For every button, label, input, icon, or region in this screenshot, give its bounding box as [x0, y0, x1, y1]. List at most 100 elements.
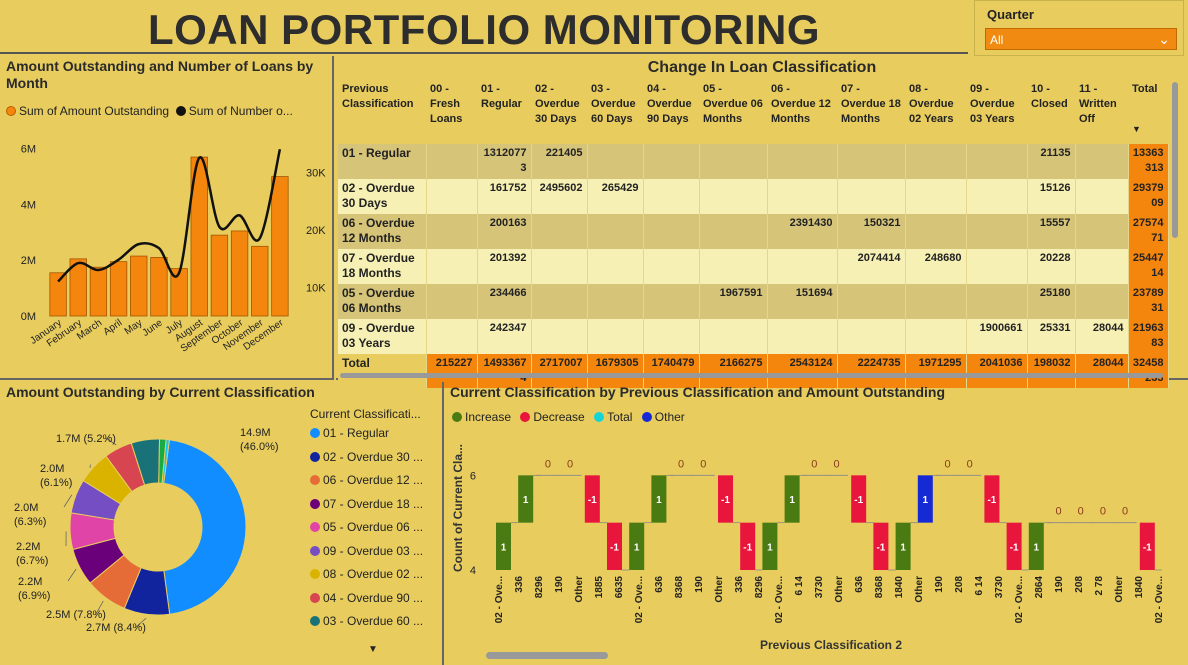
- matrix-cell: 150321: [837, 214, 906, 249]
- waterfall-data-label: 0: [1078, 506, 1084, 518]
- matrix-col-header[interactable]: 11 - Written Off: [1075, 80, 1128, 144]
- legend-label: 04 - Overdue 90 ...: [323, 590, 424, 605]
- matrix-cell: [643, 249, 700, 284]
- matrix-cell: 248680: [905, 249, 967, 284]
- matrix-cell: [905, 179, 967, 214]
- matrix-col-header[interactable]: 05 - Overdue 06 Months: [699, 80, 767, 144]
- matrix-cell: [837, 319, 906, 354]
- waterfall-data-label: 1: [923, 495, 929, 506]
- table-row[interactable]: 07 - Overdue 18 Months 201392 2074414 24868…: [338, 249, 1169, 284]
- donut-legend-item[interactable]: 09 - Overdue 03 ...: [310, 544, 440, 568]
- table-row[interactable]: 09 - Overdue 03 Years 242347 1900661 25331 2…: [338, 319, 1169, 354]
- legend-item-other[interactable]: Other: [641, 410, 685, 424]
- legend-label: Increase: [465, 410, 512, 424]
- table-row[interactable]: 05 - Overdue 06 Months 234466 1967591 15169…: [338, 284, 1169, 319]
- legend-item-total[interactable]: Total: [594, 410, 632, 424]
- chevron-down-icon[interactable]: ⌄: [1158, 31, 1170, 48]
- classification-matrix: Previous Classification 00 - Fresh Loans 0…: [338, 80, 1169, 388]
- matrix-cell: [905, 214, 967, 249]
- legend-dot-icon: [452, 412, 462, 422]
- sort-descending-icon[interactable]: ▼: [1132, 124, 1141, 134]
- legend-item-amount[interactable]: Sum of Amount Outstanding: [6, 104, 169, 118]
- matrix-col-header[interactable]: 03 - Overdue 60 Days: [587, 80, 643, 144]
- legend-label: 03 - Overdue 60 ...: [323, 614, 424, 628]
- matrix-cell: [587, 249, 644, 284]
- matrix-cell: 25331: [1027, 319, 1076, 354]
- matrix-cell: 234466: [477, 284, 532, 319]
- matrix-cell: [905, 319, 967, 354]
- x-tick-label: June: [141, 317, 165, 339]
- waterfall-data-label: 0: [700, 458, 706, 470]
- x-tick-label: 6 14: [794, 576, 805, 596]
- donut-legend-item[interactable]: 02 - Overdue 30 ...: [310, 450, 440, 474]
- matrix-col-header[interactable]: 04 - Overdue 90 Days: [643, 80, 699, 144]
- matrix-col-header[interactable]: 01 - Regular: [477, 80, 531, 144]
- matrix-col-header[interactable]: 00 - Fresh Loans: [426, 80, 477, 144]
- donut-legend-item[interactable]: 01 - Regular: [310, 426, 440, 450]
- legend-dot-icon: [310, 616, 320, 626]
- matrix-cell: [587, 214, 644, 249]
- waterfall-data-label: 0: [1100, 506, 1106, 518]
- matrix-col-header[interactable]: 06 - Overdue 12 Months: [767, 80, 837, 144]
- legend-dot-icon: [6, 106, 16, 116]
- table-row[interactable]: 01 - Regular 13120773 221405 21135 13363313: [338, 144, 1169, 179]
- table-row[interactable]: 02 - Overdue 30 Days 161752 2495602 265429 1…: [338, 179, 1169, 214]
- matrix-cell: [699, 249, 768, 284]
- y-tick-label: 4M: [21, 199, 36, 211]
- donut-legend-item[interactable]: 07 - Overdue 18 ...: [310, 497, 440, 521]
- x-tick-label: 336: [514, 576, 525, 593]
- quarter-dropdown[interactable]: All ⌄: [985, 28, 1177, 50]
- matrix-cell: [426, 249, 478, 284]
- donut-data-label: 2.0M: [40, 463, 64, 475]
- matrix-col-header[interactable]: 10 - Closed: [1027, 80, 1075, 144]
- donut-legend-item[interactable]: 06 - Overdue 12 ...: [310, 473, 440, 497]
- matrix-col-header[interactable]: 02 - Overdue 30 Days: [531, 80, 587, 144]
- donut-legend-item[interactable]: 03 - Overdue 60 ...: [310, 614, 440, 638]
- matrix-cell: [767, 319, 838, 354]
- matrix-cell: [587, 144, 644, 179]
- matrix-col-header[interactable]: 08 - Overdue 02 Years: [905, 80, 966, 144]
- matrix-cell: [643, 319, 700, 354]
- bar-november: [251, 245, 269, 317]
- x-tick-label: Other: [914, 576, 925, 603]
- x-tick-label: 02 - Ove...: [1014, 576, 1025, 623]
- matrix-col-header[interactable]: Previous Classification: [338, 80, 426, 144]
- combo-chart-title: Amount Outstanding and Number of Loans b…: [6, 58, 314, 91]
- legend-label: 05 - Overdue 06 ...: [323, 520, 424, 534]
- matrix-col-header[interactable]: Total: [1128, 80, 1168, 144]
- donut-legend-item[interactable]: 04 - Overdue 90 ...: [310, 591, 440, 615]
- y-tick-label: 6M: [21, 144, 36, 156]
- matrix-row-header: 02 - Overdue 30 Days: [338, 179, 427, 214]
- matrix-horizontal-scrollbar[interactable]: [340, 373, 1163, 378]
- waterfall-scrollbar[interactable]: [486, 652, 608, 659]
- legend-item-count[interactable]: Sum of Number o...: [175, 104, 293, 118]
- x-tick-label: 02 - Ove...: [494, 576, 505, 623]
- x-tick-label: 190: [1054, 576, 1065, 593]
- donut-legend-title: Current Classificati...: [310, 407, 421, 421]
- donut-data-label: (6.1%): [40, 477, 72, 489]
- matrix-cell: 25180: [1027, 284, 1076, 319]
- waterfall-data-label: 1: [767, 542, 773, 553]
- matrix-col-header[interactable]: 07 - Overdue 18 Months: [837, 80, 905, 144]
- donut-data-label: (6.7%): [16, 555, 48, 567]
- donut-data-label: 2.2M: [16, 541, 40, 553]
- legend-dot-icon: [310, 545, 320, 556]
- legend-scroll-down-icon[interactable]: ▼: [368, 644, 378, 655]
- table-row[interactable]: 06 - Overdue 12 Months 200163 2391430 15032…: [338, 214, 1169, 249]
- waterfall-data-label: -1: [1143, 542, 1152, 553]
- matrix-cell: 151694: [767, 284, 838, 319]
- matrix-cell: [426, 284, 478, 319]
- matrix-col-header[interactable]: 09 - Overdue 03 Years: [966, 80, 1027, 144]
- donut-data-label: 2.7M (8.4%): [86, 622, 146, 634]
- y-tick-label: 6: [470, 470, 476, 482]
- matrix-vertical-scrollbar[interactable]: [1172, 82, 1178, 238]
- legend-dot-icon: [310, 428, 320, 438]
- donut-data-label: (6.3%): [14, 516, 46, 528]
- matrix-cell: 201392: [477, 249, 532, 284]
- legend-item-increase[interactable]: Increase: [452, 410, 511, 424]
- legend-item-decrease[interactable]: Decrease: [520, 410, 585, 424]
- donut-leader-line: [63, 494, 73, 508]
- waterfall-data-label: 1: [900, 542, 906, 553]
- donut-legend-item[interactable]: 05 - Overdue 06 ...: [310, 520, 440, 544]
- donut-legend-item[interactable]: 08 - Overdue 02 ...: [310, 567, 440, 591]
